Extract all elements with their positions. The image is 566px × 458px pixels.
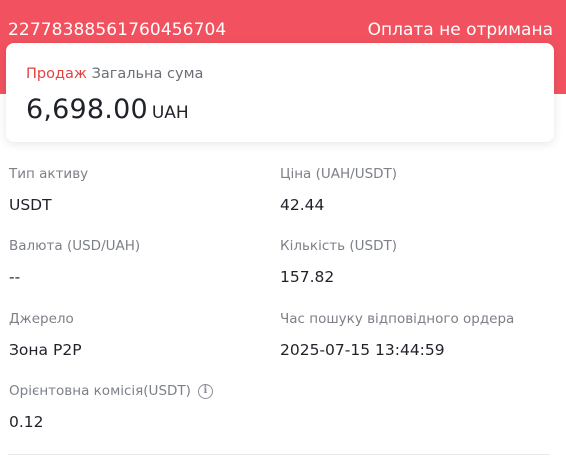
fee-label: Орієнтовна комісія(USDT) <box>9 383 191 399</box>
match-time-value: 2025-07-15 13:44:59 <box>280 341 445 359</box>
source-label: Джерело <box>9 311 74 327</box>
fee-value: 0.12 <box>9 413 44 431</box>
fiat-value: -- <box>9 268 21 286</box>
order-id[interactable]: 22778388561760456704 <box>8 20 226 40</box>
total-amount-value: 6,698.00 <box>26 94 148 125</box>
asset-type-field: Тип активу USDT <box>9 166 88 214</box>
fee-field: Орієнтовна комісія(USDT) i 0.12 <box>9 383 213 431</box>
payment-status: Оплата не отримана <box>367 20 553 40</box>
quantity-label: Кількість (USDT) <box>280 238 397 254</box>
price-value: 42.44 <box>280 196 325 214</box>
source-field: Джерело Зона P2P <box>9 311 82 359</box>
match-time-label: Час пошуку відповідного ордера <box>280 311 515 327</box>
quantity-value: 157.82 <box>280 268 335 286</box>
fee-label-row: Орієнтовна комісія(USDT) i <box>9 383 213 399</box>
total-amount-currency: UAH <box>151 103 189 123</box>
quantity-field: Кількість (USDT) 157.82 <box>280 238 397 286</box>
asset-type-label: Тип активу <box>9 166 89 182</box>
summary-caption: Продаж Загальна сума <box>26 66 203 82</box>
total-amount: 6,698.00 UAH <box>26 94 189 125</box>
asset-type-value: USDT <box>9 196 52 214</box>
total-amount-label: Загальна сума <box>91 66 204 82</box>
source-value: Зона P2P <box>9 341 82 359</box>
price-label: Ціна (UAH/USDT) <box>280 166 398 182</box>
fiat-label: Валюта (USD/UAH) <box>9 238 141 254</box>
order-summary-card: Продаж Загальна сума 6,698.00 UAH <box>6 43 554 142</box>
match-time-field: Час пошуку відповідного ордера 2025-07-1… <box>280 311 514 359</box>
trade-side-label: Продаж <box>26 66 87 82</box>
fiat-field: Валюта (USD/UAH) -- <box>9 238 140 286</box>
info-icon[interactable]: i <box>197 383 213 399</box>
divider <box>8 454 550 455</box>
price-field: Ціна (UAH/USDT) 42.44 <box>280 166 397 214</box>
